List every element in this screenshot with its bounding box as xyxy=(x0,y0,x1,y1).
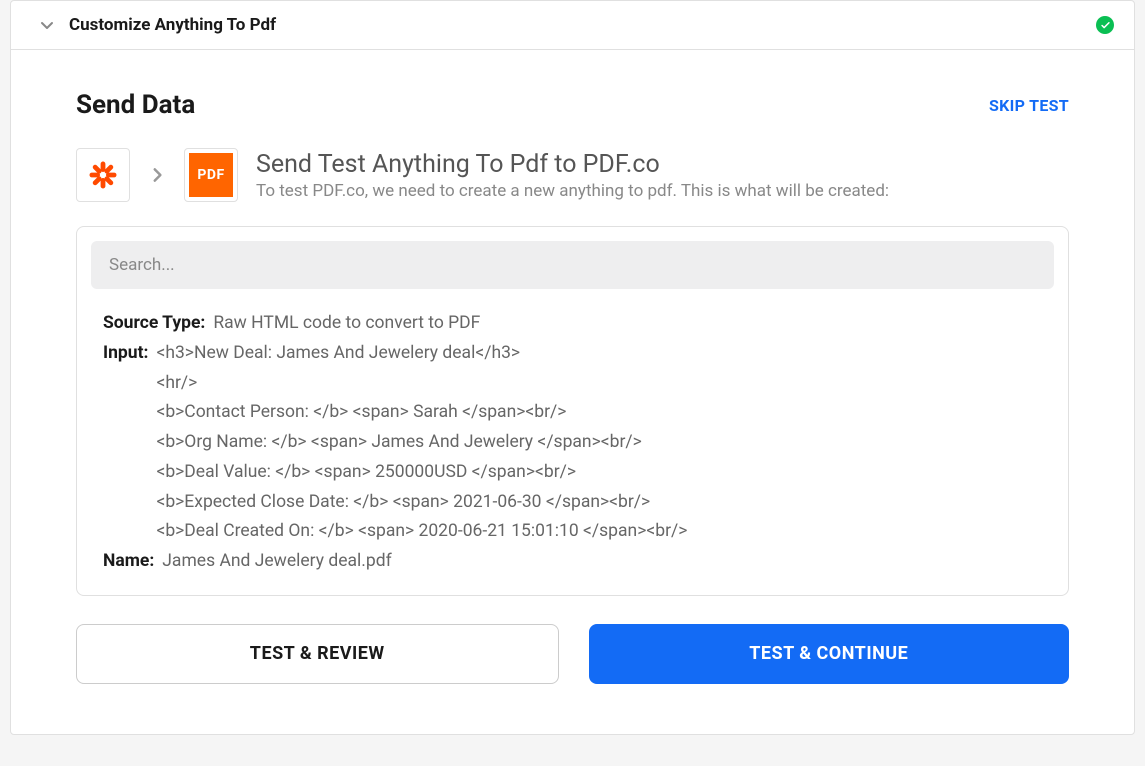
source-type-value: Raw HTML code to convert to PDF xyxy=(213,309,480,339)
test-review-button[interactable]: TEST & REVIEW xyxy=(76,624,559,684)
name-row: Name: James And Jewelery deal.pdf xyxy=(103,547,1054,577)
name-value: James And Jewelery deal.pdf xyxy=(162,547,391,577)
input-line: <b>Org Name: </b> <span> James And Jewel… xyxy=(156,428,687,458)
input-line: <b>Deal Created On: </b> <span> 2020-06-… xyxy=(156,517,687,547)
panel-header[interactable]: Customize Anything To Pdf xyxy=(11,1,1134,50)
source-app-icon xyxy=(76,148,130,202)
input-line: <hr/> xyxy=(156,369,687,399)
skip-test-link[interactable]: SKIP TEST xyxy=(989,96,1069,115)
flow-title: Send Test Anything To Pdf to PDF.co xyxy=(256,150,1069,179)
input-line: <b>Contact Person: </b> <span> Sarah </s… xyxy=(156,398,687,428)
chevron-down-icon xyxy=(39,17,55,33)
panel-title: Customize Anything To Pdf xyxy=(69,15,1096,35)
pdf-icon: PDF xyxy=(189,153,233,197)
input-line: <b>Expected Close Date: </b> <span> 2021… xyxy=(156,488,687,518)
input-row: Input: <h3>New Deal: James And Jewelery … xyxy=(103,339,1054,547)
search-input[interactable]: Search... xyxy=(91,241,1054,289)
source-type-row: Source Type: Raw HTML code to convert to… xyxy=(103,309,1054,339)
app-flow: PDF Send Test Anything To Pdf to PDF.co … xyxy=(76,148,1069,202)
flow-text: Send Test Anything To Pdf to PDF.co To t… xyxy=(256,150,1069,201)
section-title: Send Data xyxy=(76,90,195,120)
target-app-icon: PDF xyxy=(184,148,238,202)
test-data-box: Search... Source Type: Raw HTML code to … xyxy=(76,226,1069,596)
name-label: Name: xyxy=(103,547,154,577)
arrow-right-icon xyxy=(148,166,166,184)
step-panel: Customize Anything To Pdf Send Data SKIP… xyxy=(10,0,1135,735)
source-type-label: Source Type: xyxy=(103,309,205,339)
input-line: <b>Deal Value: </b> <span> 250000USD </s… xyxy=(156,458,687,488)
input-line: <h3>New Deal: James And Jewelery deal</h… xyxy=(156,339,687,369)
section-header: Send Data SKIP TEST xyxy=(76,90,1069,120)
panel-body: Send Data SKIP TEST PDF Send Test Anythi… xyxy=(11,50,1134,734)
key-value-list: Source Type: Raw HTML code to convert to… xyxy=(91,309,1054,577)
button-row: TEST & REVIEW TEST & CONTINUE xyxy=(76,624,1069,684)
input-lines: <h3>New Deal: James And Jewelery deal</h… xyxy=(156,339,687,547)
input-label: Input: xyxy=(103,339,148,369)
test-continue-button[interactable]: TEST & CONTINUE xyxy=(589,624,1070,684)
check-circle-icon xyxy=(1096,16,1114,34)
zapier-icon xyxy=(88,160,118,190)
flow-description: To test PDF.co, we need to create a new … xyxy=(256,181,1069,201)
